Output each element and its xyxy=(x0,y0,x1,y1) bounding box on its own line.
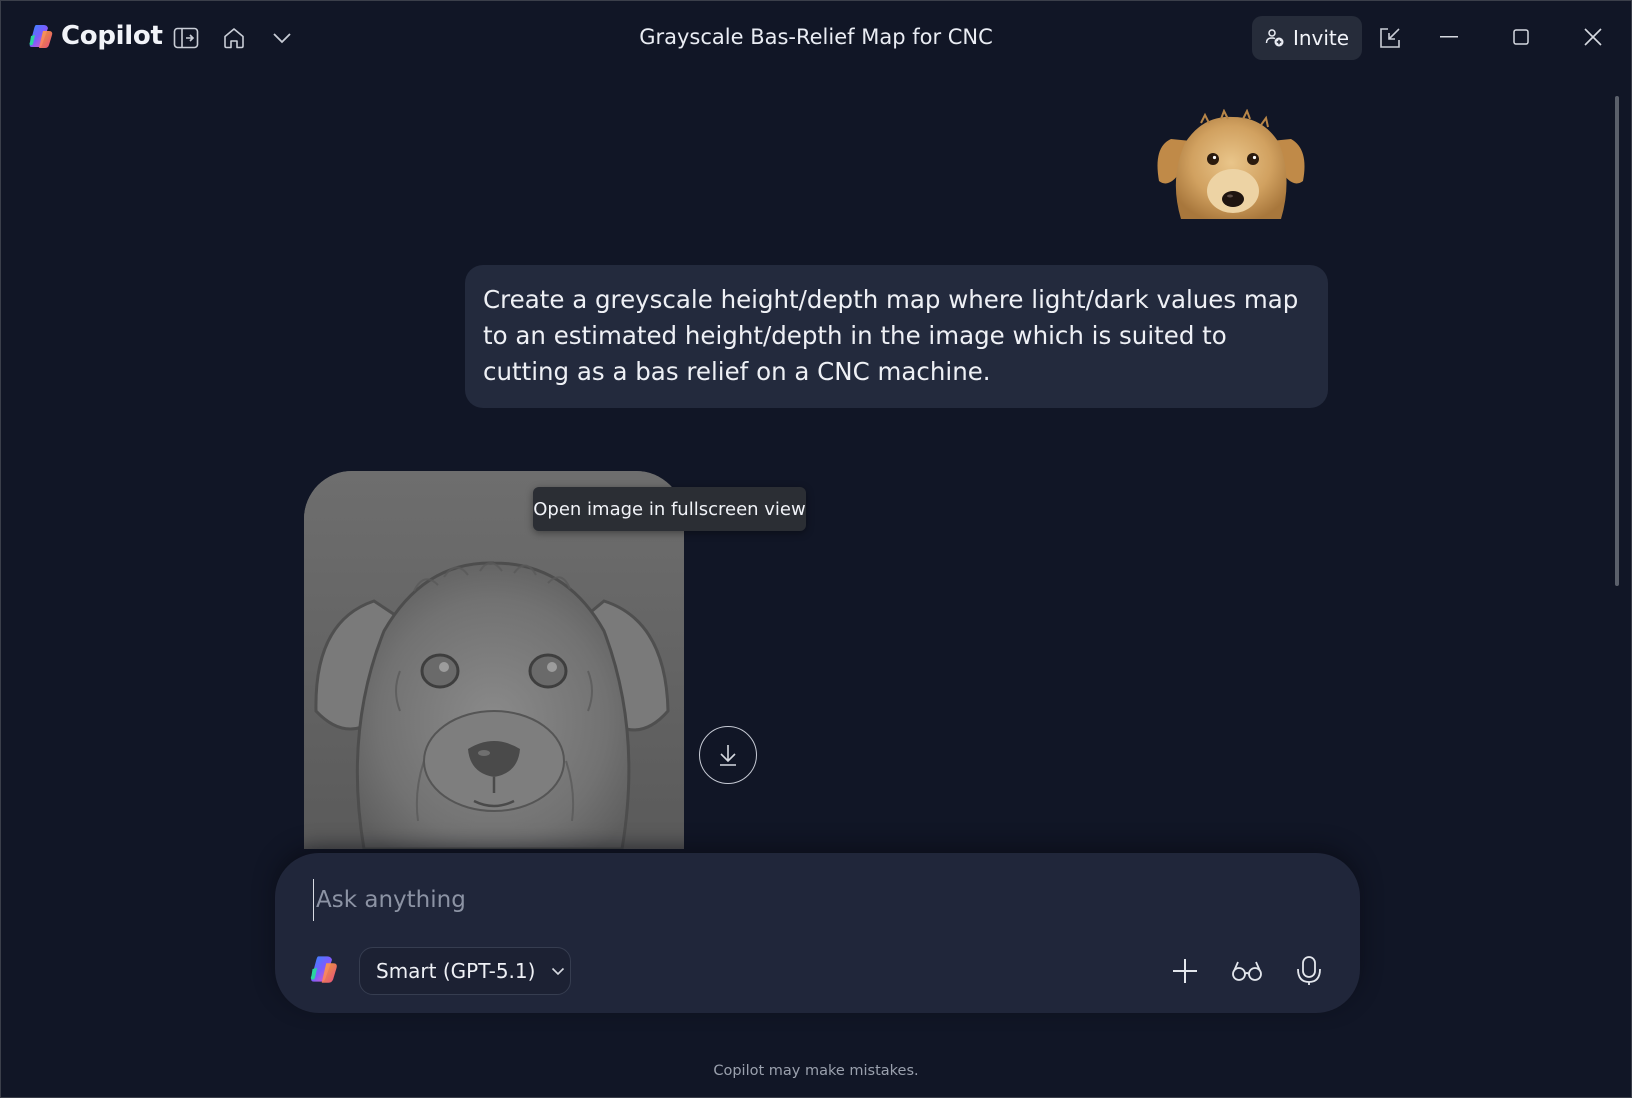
popout-button[interactable] xyxy=(1375,23,1405,53)
message-composer: Smart (GPT-5.1) xyxy=(275,853,1360,1013)
microphone-button[interactable] xyxy=(1291,953,1327,989)
invite-button[interactable]: Invite xyxy=(1252,16,1362,60)
vision-button[interactable] xyxy=(1229,953,1265,989)
scrollbar-thumb[interactable] xyxy=(1615,96,1619,586)
close-button[interactable] xyxy=(1573,19,1613,55)
close-icon xyxy=(1584,28,1602,46)
disclaimer-text: Copilot may make mistakes. xyxy=(713,1063,919,1079)
invite-label: Invite xyxy=(1292,26,1350,50)
maximize-button[interactable] xyxy=(1501,19,1541,55)
user-uploaded-image[interactable] xyxy=(1151,108,1311,219)
composer-copilot-logo xyxy=(307,953,341,989)
copilot-window: Copilot Grayscale Bas-Relief Map for CNC xyxy=(0,0,1632,1098)
plus-icon xyxy=(1173,959,1197,983)
fullscreen-tooltip: Open image in fullscreen view xyxy=(533,487,806,531)
ask-input[interactable] xyxy=(313,879,1018,921)
maximize-icon xyxy=(1513,29,1529,45)
invite-people-icon xyxy=(1265,29,1284,47)
popout-icon xyxy=(1380,28,1400,48)
model-label: Smart (GPT-5.1) xyxy=(376,959,536,983)
glasses-icon xyxy=(1232,961,1262,981)
add-attachment-button[interactable] xyxy=(1167,953,1203,989)
download-image-button[interactable] xyxy=(699,726,757,784)
user-message-bubble: Create a greyscale height/depth map wher… xyxy=(465,265,1328,408)
copilot-logo-icon xyxy=(310,956,337,983)
model-selector[interactable]: Smart (GPT-5.1) xyxy=(359,947,571,995)
user-message-text: Create a greyscale height/depth map wher… xyxy=(483,285,1299,386)
chevron-down-icon xyxy=(552,967,565,975)
microphone-icon xyxy=(1297,956,1321,985)
dog-photo-image xyxy=(1157,108,1305,219)
download-icon xyxy=(720,745,736,766)
minimize-icon xyxy=(1440,36,1458,38)
title-bar: Copilot Grayscale Bas-Relief Map for CNC xyxy=(1,1,1631,77)
minimize-button[interactable] xyxy=(1429,19,1469,55)
